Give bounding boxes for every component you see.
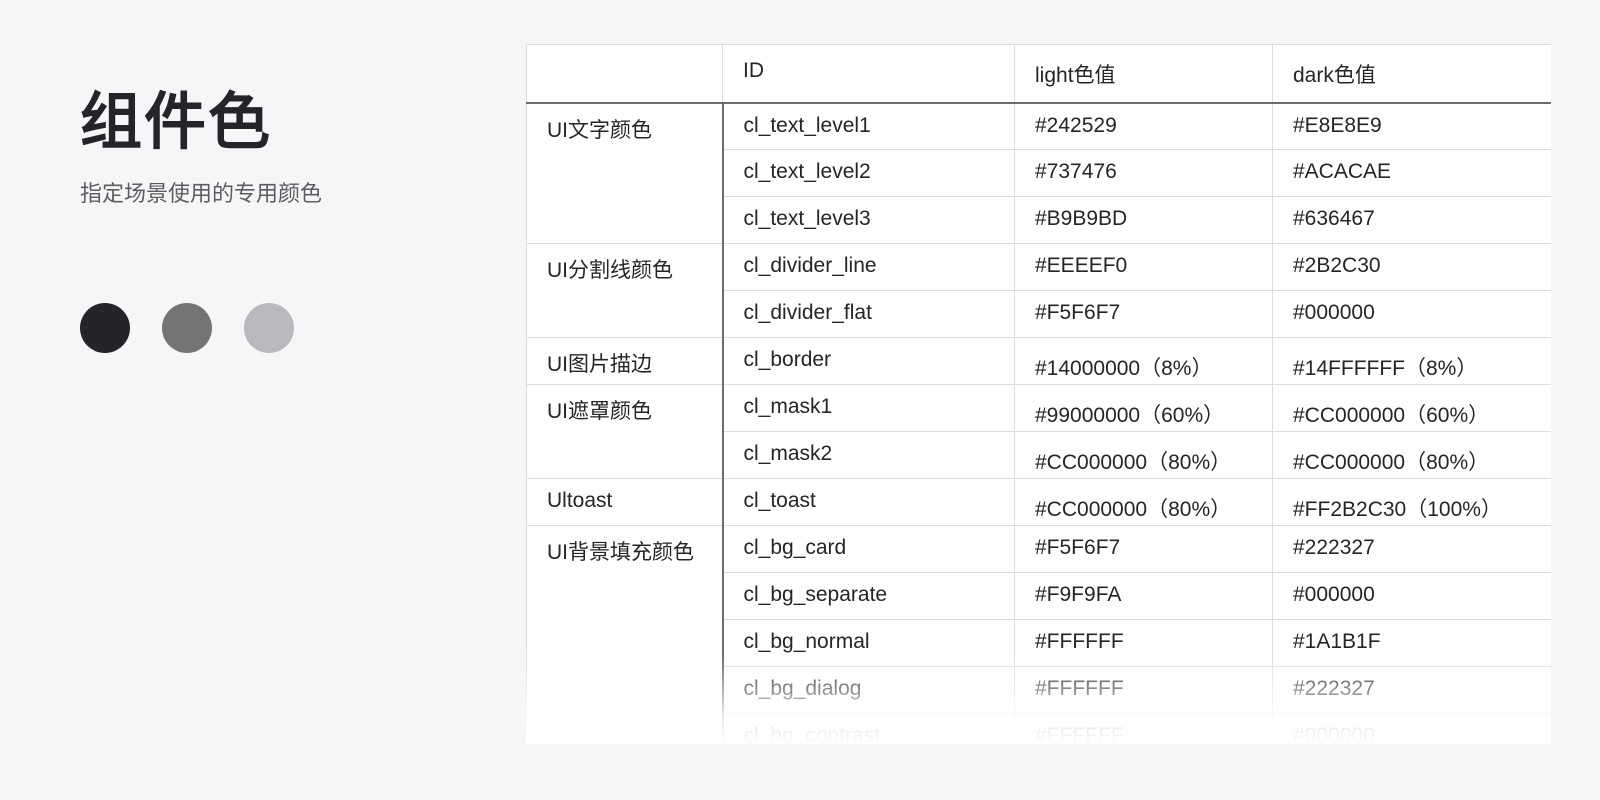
header-id: ID — [722, 44, 1015, 104]
category-cell: UI背景填充颜色 — [526, 525, 724, 744]
category-cell: UI分割线颜色 — [526, 243, 724, 338]
light-value-cell: #F5F6F7 — [1014, 290, 1273, 338]
table-row: UI分割线颜色 cl_divider_line #EEEEF0 #2B2C30 — [526, 243, 1551, 338]
swatch-text-level2 — [162, 303, 212, 353]
dark-value-cell: #222327 — [1272, 525, 1551, 573]
light-value-cell: #14000000（8%） — [1014, 337, 1273, 385]
category-cell: UI文字颜色 — [526, 102, 724, 244]
header-category — [526, 44, 723, 104]
id-cell: cl_mask1 — [722, 384, 1015, 432]
light-value-cell: #242529 — [1014, 102, 1273, 150]
id-cell: cl_bg_contrast — [722, 713, 1015, 744]
table-row: UI背景填充颜色 cl_bg_card #F5F6F7 #222327 — [526, 525, 1551, 744]
id-cell: cl_bg_dialog — [722, 666, 1015, 714]
table-row: UI遮罩颜色 cl_mask1 #99000000（60%） #CC000000（60… — [526, 384, 1551, 479]
dark-value-cell: #1A1B1F — [1272, 619, 1551, 667]
light-value-cell: #FFFFFF — [1014, 619, 1273, 667]
swatch-text-level1 — [80, 303, 130, 353]
dark-value-cell: #000000 — [1272, 572, 1551, 620]
light-value-cell: #FFFFFF — [1014, 713, 1273, 744]
dark-value-cell: #2B2C30 — [1272, 243, 1551, 291]
id-cell: cl_mask2 — [722, 431, 1015, 479]
light-value-cell: #F5F6F7 — [1014, 525, 1273, 573]
dark-value-cell: #E8E8E9 — [1272, 102, 1551, 150]
category-cell: Ultoast — [526, 478, 724, 526]
light-value-cell: #CC000000（80%） — [1014, 431, 1273, 479]
table-header-row: ID light色值 dark色值 — [526, 44, 1551, 104]
light-value-cell: #CC000000（80%） — [1014, 478, 1273, 526]
dark-value-cell: #CC000000（80%） — [1272, 431, 1551, 479]
light-value-cell: #99000000（60%） — [1014, 384, 1273, 432]
dark-value-cell: #000000 — [1272, 713, 1551, 744]
dark-value-cell: #636467 — [1272, 196, 1551, 244]
id-cell: cl_text_level3 — [722, 196, 1015, 244]
header-dark: dark色值 — [1272, 44, 1551, 104]
id-cell: cl_text_level1 — [722, 102, 1015, 150]
page-title: 组件色 — [80, 85, 273, 158]
color-table-container: ID light色值 dark色值 UI文字颜色 cl_text_level1 #2… — [526, 44, 1551, 744]
page: 组件色 指定场景使用的专用颜色 ID light色值 dark色值 UI文字颜色… — [0, 0, 1600, 800]
table-row: UI文字颜色 cl_text_level1 #242529 #E8E8E9 — [526, 102, 1551, 244]
page-subtitle: 指定场景使用的专用颜色 — [80, 182, 323, 207]
id-cell: cl_bg_normal — [722, 619, 1015, 667]
dark-value-cell: #14FFFFFF（8%） — [1272, 337, 1551, 385]
dark-value-cell: #FF2B2C30（100%） — [1272, 478, 1551, 526]
id-cell: cl_bg_card — [722, 525, 1015, 573]
color-table: ID light色值 dark色值 UI文字颜色 cl_text_level1 #2… — [526, 44, 1551, 744]
dark-value-cell: #000000 — [1272, 290, 1551, 338]
dark-value-cell: #ACACAE — [1272, 149, 1551, 197]
header-light: light色值 — [1014, 44, 1273, 104]
swatch-text-level3 — [244, 303, 294, 353]
light-value-cell: #FFFFFF — [1014, 666, 1273, 714]
light-value-cell: #F9F9FA — [1014, 572, 1273, 620]
category-cell: UI图片描边 — [526, 337, 724, 385]
id-cell: cl_divider_line — [722, 243, 1015, 291]
id-cell: cl_text_level2 — [722, 149, 1015, 197]
table-body: UI文字颜色 cl_text_level1 #242529 #E8E8E9 cl_tex… — [526, 102, 1551, 744]
dark-value-cell: #222327 — [1272, 666, 1551, 714]
color-swatches — [80, 303, 294, 353]
table-row: Ultoast cl_toast #CC000000（80%） #FF2B2C30（1… — [526, 478, 1551, 526]
id-cell: cl_bg_separate — [722, 572, 1015, 620]
id-cell: cl_divider_flat — [722, 290, 1015, 338]
light-value-cell: #EEEEF0 — [1014, 243, 1273, 291]
dark-value-cell: #CC000000（60%） — [1272, 384, 1551, 432]
header-section: 组件色 指定场景使用的专用颜色 — [80, 86, 460, 210]
id-cell: cl_toast — [722, 478, 1015, 526]
light-value-cell: #737476 — [1014, 149, 1273, 197]
light-value-cell: #B9B9BD — [1014, 196, 1273, 244]
category-cell: UI遮罩颜色 — [526, 384, 724, 479]
table-row: UI图片描边 cl_border #14000000（8%） #14FFFFFF（8%… — [526, 337, 1551, 385]
id-cell: cl_border — [722, 337, 1015, 385]
